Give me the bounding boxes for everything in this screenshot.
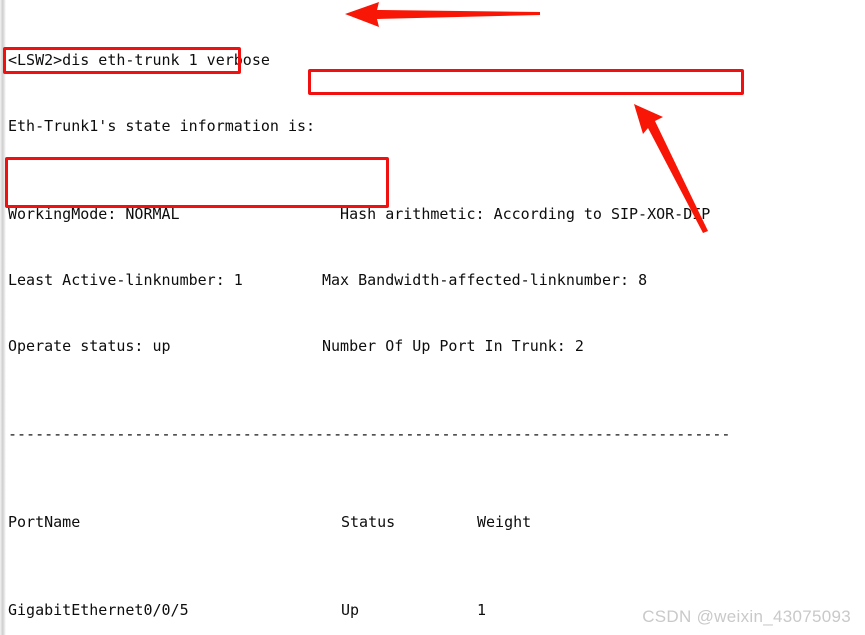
column-header-portname: PortName <box>8 513 81 531</box>
summary-row-working-mode: WorkingMode: NORMAL Hash arithmetic: Acco… <box>8 203 865 225</box>
summary-row-operate-status: Operate status: up Number Of Up Port In T… <box>8 335 865 357</box>
separator-line: ----------------------------------------… <box>8 425 731 443</box>
summary-row-least-active: Least Active-linknumber: 1 Max Bandwidth-… <box>8 269 865 291</box>
terminal-output: <LSW2>dis eth-trunk 1 verbose Eth-Trunk1… <box>8 0 865 635</box>
port-name-cell: GigabitEthernet0/0/5 <box>8 601 189 619</box>
up-port-count-value: Number Of Up Port In Trunk: 2 <box>322 337 584 355</box>
column-header-weight: Weight <box>477 513 532 531</box>
least-active-linknumber-value: Least Active-linknumber: 1 <box>8 271 243 289</box>
csdn-watermark: CSDN @weixin_43075093 <box>642 607 851 626</box>
command-prompt-line: <LSW2>dis eth-trunk 1 verbose <box>8 51 270 69</box>
port-status-cell: Up <box>341 601 360 619</box>
hash-arithmetic-value: Hash arithmetic: According to SIP-XOR-DI… <box>340 205 711 223</box>
terminal-screenshot: <LSW2>dis eth-trunk 1 verbose Eth-Trunk1… <box>0 0 865 635</box>
window-left-gutter <box>0 0 6 635</box>
operate-status-value: Operate status: up <box>8 337 171 355</box>
state-information-header: Eth-Trunk1's state information is: <box>8 117 316 135</box>
column-header-status: Status <box>341 513 396 531</box>
max-bandwidth-linknumber-value: Max Bandwidth-affected-linknumber: 8 <box>322 271 648 289</box>
port-table-header-row: PortName Status Weight <box>8 511 865 533</box>
working-mode-value: WorkingMode: NORMAL <box>8 205 180 223</box>
port-weight-cell: 1 <box>477 601 487 619</box>
